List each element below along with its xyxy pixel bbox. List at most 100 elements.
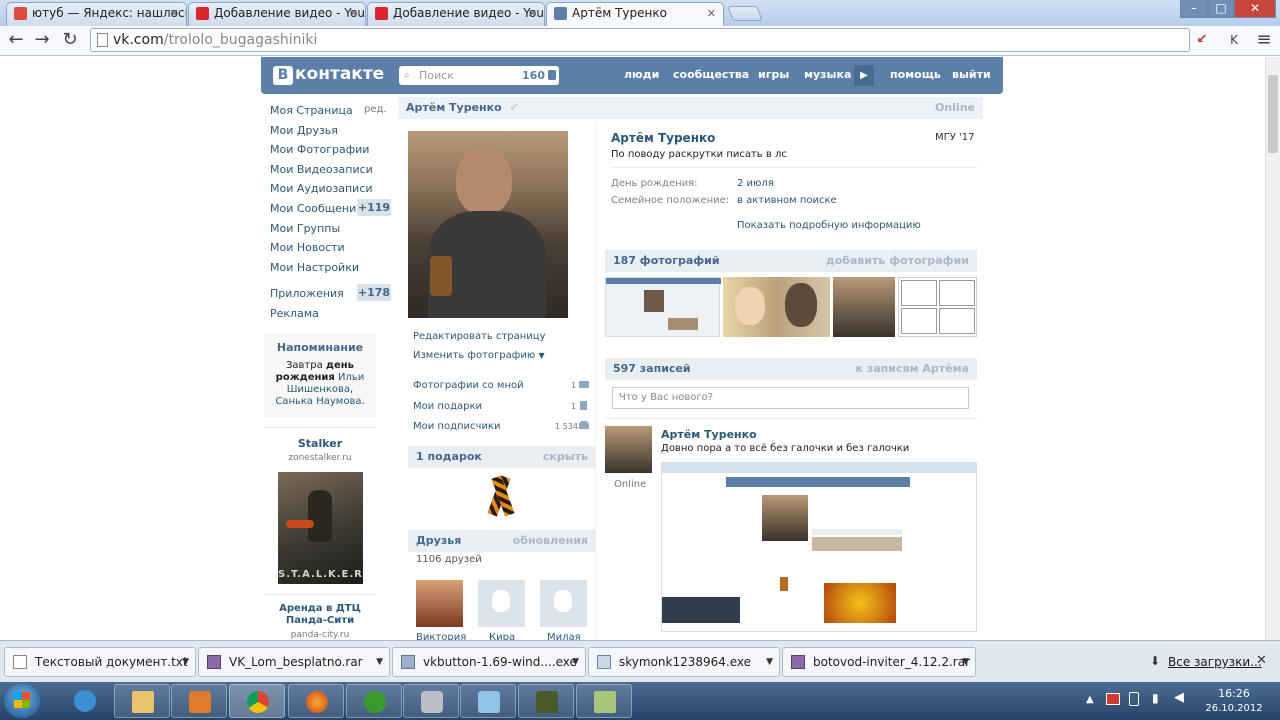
edit-page-link[interactable]: Редактировать страницу: [413, 331, 546, 342]
ad-stalker-image[interactable]: S.T.A.L.K.E.R.: [278, 472, 363, 584]
menu-my-friends[interactable]: Мои Друзья: [270, 124, 338, 137]
taskbar-app-notes[interactable]: [576, 684, 632, 718]
address-bar[interactable]: vk.com/trololo_bugagashiniki: [90, 28, 1190, 52]
gifts-hide-link[interactable]: скрыть: [543, 446, 588, 468]
browser-tab-youtube-2[interactable]: Добавление видео - YouT ✕: [367, 2, 545, 26]
photos-with-me-link[interactable]: Фотографии со мной: [413, 380, 524, 391]
download-item-2[interactable]: VK_Lom_besplatno.rar ▼: [198, 647, 390, 677]
play-icon[interactable]: ▶: [854, 65, 874, 86]
nav-logout[interactable]: выйти: [952, 68, 991, 81]
maximize-button[interactable]: □: [1208, 0, 1234, 18]
menu-my-news[interactable]: Мои Новости: [270, 241, 345, 254]
chevron-down-icon[interactable]: ▼: [376, 648, 383, 676]
scrollbar-thumb[interactable]: [1268, 75, 1278, 153]
ad-panda-title[interactable]: Аренда в ДТЦ Панда-Сити: [270, 603, 370, 627]
ad-stalker-title[interactable]: Stalker: [264, 437, 376, 450]
download-item-5[interactable]: botovod-inviter_4.12.2.rar ▼: [782, 647, 976, 677]
family-status-value[interactable]: в активном поиске: [737, 195, 837, 206]
friend-avatar-2[interactable]: [478, 580, 525, 627]
back-arrow-icon[interactable]: ←: [4, 28, 28, 52]
profile-education[interactable]: МГУ '17: [935, 132, 974, 143]
profile-status[interactable]: По поводу раскрутки писать в лс: [611, 149, 787, 160]
language-flag-icon[interactable]: [1106, 693, 1120, 705]
nav-help[interactable]: помощь: [890, 68, 941, 81]
clock-time[interactable]: 16:26: [1203, 687, 1265, 700]
extension-k-icon[interactable]: K: [1222, 28, 1246, 52]
menu-my-messages[interactable]: Мои Сообщения: [270, 202, 363, 215]
new-tab-button[interactable]: [727, 6, 763, 21]
my-followers-link[interactable]: Мои подписчики: [413, 421, 500, 432]
window-close-button[interactable]: ✕: [1234, 0, 1276, 18]
friends-updates-link[interactable]: обновления: [513, 530, 588, 552]
tray-expand-icon[interactable]: ▲: [1086, 694, 1094, 705]
menu-my-settings[interactable]: Мои Настройки: [270, 261, 359, 274]
nav-communities[interactable]: сообщества: [673, 68, 749, 81]
menu-my-photos[interactable]: Мои Фотографии: [270, 143, 369, 156]
vertical-scrollbar[interactable]: [1265, 57, 1280, 640]
gift-ribbon-image[interactable]: [484, 474, 518, 518]
wrench-menu-icon[interactable]: ≡: [1252, 28, 1276, 52]
ad-stalker-site[interactable]: zonestalker.ru: [264, 453, 376, 463]
browser-tab-yandex[interactable]: ютуб — Яндекс: нашлось ✕: [6, 2, 187, 26]
search-input[interactable]: ⌕ Поиск 160: [399, 66, 559, 85]
taskbar-ie[interactable]: [57, 684, 113, 718]
apps-count-badge[interactable]: +178: [357, 284, 391, 301]
chevron-down-icon[interactable]: ▼: [182, 648, 189, 676]
taskbar-explorer[interactable]: [114, 684, 170, 718]
taskbar-app-robot[interactable]: [403, 684, 459, 718]
photo-thumb-3[interactable]: [833, 277, 895, 337]
taskbar-chrome[interactable]: [229, 684, 285, 718]
ad-panda-site[interactable]: panda-city.ru: [264, 630, 376, 640]
download-item-1[interactable]: Текстовый документ.txt ▼: [4, 647, 196, 677]
chevron-down-icon[interactable]: ▼: [572, 648, 579, 676]
close-icon[interactable]: ✕: [349, 3, 358, 24]
nav-music[interactable]: музыка: [804, 68, 851, 81]
menu-apps[interactable]: Приложения: [270, 287, 344, 300]
chevron-down-icon[interactable]: ▼: [766, 648, 773, 676]
messages-count-badge[interactable]: +119: [357, 199, 391, 216]
vk-logo[interactable]: Вконтакте: [273, 64, 384, 85]
close-icon[interactable]: ✕: [707, 3, 716, 24]
close-icon[interactable]: ✕: [528, 3, 537, 24]
show-more-info-link[interactable]: Показать подробную информацию: [737, 220, 921, 231]
device-icon[interactable]: [1129, 692, 1139, 706]
download-item-3[interactable]: vkbutton-1.69-wind....exe ▼: [392, 647, 586, 677]
volume-icon[interactable]: ◀: [1174, 690, 1184, 705]
add-photos-link[interactable]: добавить фотографии: [826, 250, 969, 272]
menu-my-audio[interactable]: Мои Аудиозаписи: [270, 182, 373, 195]
birthday-value[interactable]: 2 июля: [737, 178, 774, 189]
taskbar-firefox[interactable]: [288, 684, 344, 718]
taskbar-app-box[interactable]: [460, 684, 516, 718]
change-photo-link[interactable]: Изменить фотографию ▼: [413, 350, 545, 361]
reload-icon[interactable]: ↻: [58, 28, 82, 52]
taskbar-utorrent[interactable]: [346, 684, 402, 718]
browser-tab-youtube-1[interactable]: Добавление видео - YouT ✕: [188, 2, 366, 26]
menu-my-videos[interactable]: Мои Видеозаписи: [270, 163, 373, 176]
friend-avatar-1[interactable]: [416, 580, 463, 627]
menu-my-groups[interactable]: Мои Группы: [270, 222, 340, 235]
menu-my-page[interactable]: Моя Страница: [270, 104, 353, 117]
close-icon[interactable]: ✕: [170, 3, 179, 24]
to-posts-link[interactable]: к записям Артёма: [856, 358, 969, 380]
post-author-avatar[interactable]: [605, 426, 652, 473]
start-button[interactable]: [4, 684, 40, 718]
forward-arrow-icon[interactable]: →: [30, 28, 54, 52]
nav-games[interactable]: игры: [758, 68, 789, 81]
extension-icon[interactable]: ↙: [1190, 28, 1214, 52]
profile-photo[interactable]: [408, 131, 568, 318]
nav-people[interactable]: люди: [624, 68, 659, 81]
photo-thumb-4[interactable]: [898, 277, 977, 337]
clock-date[interactable]: 26.10.2012: [1197, 703, 1271, 714]
taskbar-app-camera[interactable]: [518, 684, 574, 718]
edit-link[interactable]: ред.: [364, 104, 387, 115]
post-author-name[interactable]: Артём Туренко: [661, 428, 757, 441]
network-icon[interactable]: ▮: [1152, 691, 1159, 705]
photo-thumb-2[interactable]: [723, 277, 830, 337]
chevron-down-icon[interactable]: ▼: [962, 648, 969, 676]
post-attached-image[interactable]: [661, 462, 977, 632]
photo-thumb-1[interactable]: [605, 277, 721, 337]
menu-ads[interactable]: Реклама: [270, 307, 319, 320]
download-item-4[interactable]: skymonk1238964.exe ▼: [588, 647, 780, 677]
all-downloads-link[interactable]: Все загрузки...: [1168, 655, 1262, 669]
close-icon[interactable]: ✕: [1256, 653, 1267, 668]
